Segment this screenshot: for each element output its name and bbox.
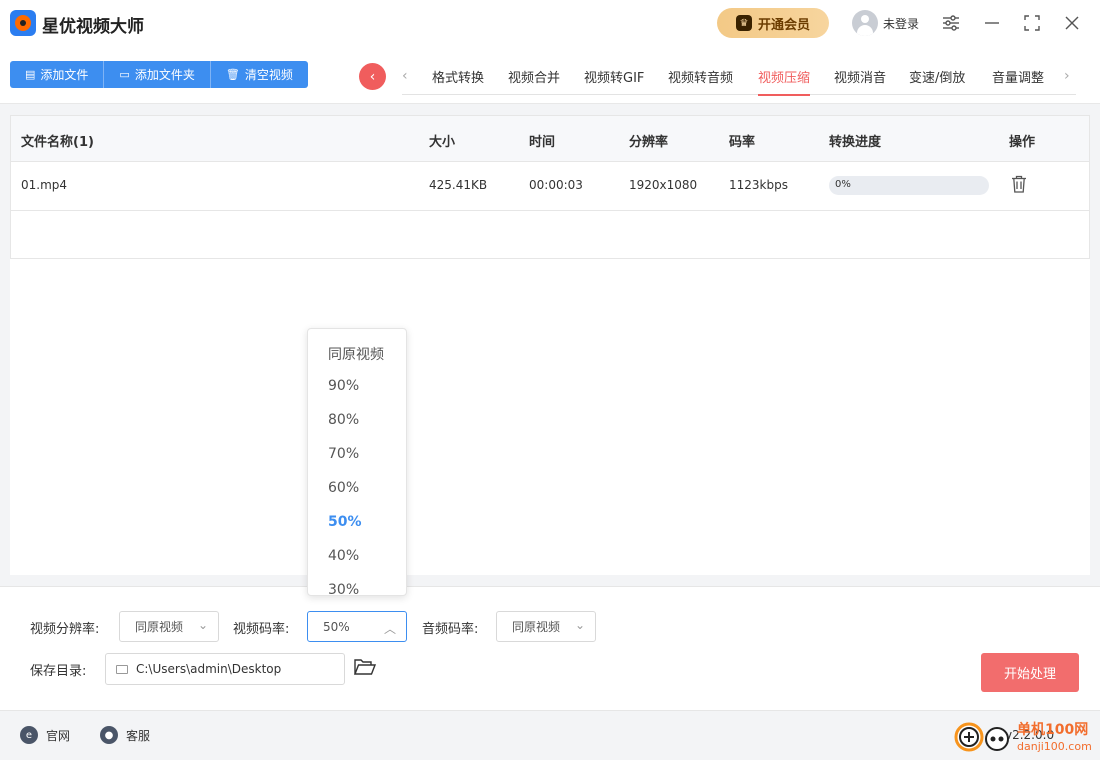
cell-size: 425.41KB xyxy=(429,178,488,192)
audio-bitrate-label: 音频码率: xyxy=(422,622,479,637)
chevron-down-icon: ⌄ xyxy=(197,618,208,632)
footer: e 官网 ● 客服 v2.2.0.0 xyxy=(0,712,1100,760)
dropdown-option[interactable]: 70% xyxy=(328,446,359,462)
dropdown-option[interactable]: 80% xyxy=(328,412,359,428)
file-icon: ▤ xyxy=(25,68,36,81)
website-label: 官网 xyxy=(46,728,71,743)
tabs-prev-icon[interactable]: ‹ xyxy=(402,68,408,84)
tab-volume-adjust[interactable]: 音量调整 xyxy=(992,67,1044,86)
dropdown-option[interactable]: 40% xyxy=(328,548,359,564)
collapse-left-button[interactable]: ‹ xyxy=(359,63,386,90)
add-folder-button[interactable]: ▭ 添加文件夹 xyxy=(104,61,211,88)
close-icon[interactable] xyxy=(1061,12,1083,34)
tab-video-mute[interactable]: 视频消音 xyxy=(834,67,886,86)
tab-format-convert[interactable]: 格式转换 xyxy=(432,67,484,86)
table-empty-row xyxy=(10,211,1090,259)
tab-speed-reverse[interactable]: 变速/倒放 xyxy=(909,67,965,86)
tab-video-to-gif[interactable]: 视频转GIF xyxy=(584,67,644,86)
open-folder-icon[interactable] xyxy=(353,658,377,676)
watermark-text: 单机100网 xyxy=(1017,722,1089,738)
resolution-label: 视频分辨率: xyxy=(30,622,100,637)
settings-sliders-icon[interactable] xyxy=(940,12,962,34)
folder-icon xyxy=(116,664,128,674)
cell-file-name: 01.mp4 xyxy=(21,178,68,192)
audio-bitrate-select[interactable]: 同原视频 ⌄ xyxy=(496,611,596,642)
bitrate-dropdown: 同原视频 90% 80% 70% 60% 50% 40% 30% xyxy=(307,328,407,596)
chevron-down-icon: ⌄ xyxy=(574,618,585,632)
cell-resolution: 1920x1080 xyxy=(629,178,698,192)
delete-icon[interactable] xyxy=(1011,175,1027,193)
customer-service-link[interactable]: ● 客服 xyxy=(100,726,150,744)
avatar[interactable] xyxy=(852,10,878,36)
website-link[interactable]: e 官网 xyxy=(20,726,70,744)
cell-bitrate: 1123kbps xyxy=(729,178,788,192)
service-label: 客服 xyxy=(126,728,151,743)
header-size: 大小 xyxy=(429,135,456,150)
bitrate-label: 视频码率: xyxy=(233,622,290,637)
bitrate-value: 50% xyxy=(323,619,350,634)
add-file-label: 添加文件 xyxy=(40,68,89,82)
save-path-value: C:\Users\admin\Desktop xyxy=(136,662,282,676)
table-row[interactable]: 01.mp4 425.41KB 00:00:03 1920x1080 1123k… xyxy=(10,162,1090,211)
trash-icon: 🗑 xyxy=(225,68,240,81)
tabs-next-icon[interactable]: › xyxy=(1064,68,1070,84)
clear-videos-label: 清空视频 xyxy=(244,68,293,82)
file-table: 文件名称(1) 大小 时间 分辨率 码率 转换进度 操作 01.mp4 425.… xyxy=(10,115,1090,575)
login-status[interactable]: 未登录 xyxy=(883,15,919,32)
toolbar: ▤ 添加文件 ▭ 添加文件夹 🗑 清空视频 ‹ ‹ 格式转换 视频合并 视频转G… xyxy=(0,50,1100,104)
maximize-icon[interactable] xyxy=(1021,12,1043,34)
dropdown-option[interactable]: 30% xyxy=(328,582,359,595)
progress-bar: 0% xyxy=(829,176,989,195)
bitrate-select[interactable]: 50% ︿ xyxy=(307,611,407,642)
save-path-input[interactable]: C:\Users\admin\Desktop xyxy=(105,653,345,685)
title-bar: 星优视频大师 ♛ 开通会员 未登录 xyxy=(0,0,1100,50)
dropdown-option-selected[interactable]: 50% xyxy=(328,514,362,530)
watermark-logo: 单机100网 danji100.com xyxy=(953,715,1100,760)
table-header: 文件名称(1) 大小 时间 分辨率 码率 转换进度 操作 xyxy=(10,115,1090,162)
crown-icon: ♛ xyxy=(735,15,752,31)
header-actions: 操作 xyxy=(1009,135,1036,150)
watermark-url: danji100.com xyxy=(1017,740,1092,753)
dropdown-option[interactable]: 90% xyxy=(328,378,359,394)
dropdown-option[interactable]: 60% xyxy=(328,480,359,496)
app-title: 星优视频大师 xyxy=(42,17,144,37)
vip-label: 开通会员 xyxy=(757,17,810,33)
folder-icon: ▭ xyxy=(119,68,130,81)
tab-video-merge[interactable]: 视频合并 xyxy=(508,67,560,86)
start-process-button[interactable]: 开始处理 xyxy=(981,653,1079,692)
toolbar-button-group: ▤ 添加文件 ▭ 添加文件夹 🗑 清空视频 xyxy=(10,61,308,88)
cell-time: 00:00:03 xyxy=(529,178,583,192)
browser-icon: e xyxy=(20,726,38,744)
add-file-button[interactable]: ▤ 添加文件 xyxy=(10,61,105,88)
settings-panel: 视频分辨率: 同原视频 ⌄ 视频码率: 50% ︿ 音频码率: 同原视频 ⌄ 保… xyxy=(0,586,1100,711)
vip-button[interactable]: ♛ 开通会员 xyxy=(717,8,829,38)
minimize-icon[interactable] xyxy=(981,12,1003,34)
chevron-up-icon: ︿ xyxy=(383,622,396,636)
tab-video-compress[interactable]: 视频压缩 xyxy=(758,67,811,96)
progress-text: 0% xyxy=(835,179,851,190)
dropdown-option[interactable]: 同原视频 xyxy=(328,344,384,364)
app-logo-icon xyxy=(10,10,36,36)
header-progress: 转换进度 xyxy=(829,135,882,150)
header-resolution: 分辨率 xyxy=(629,135,669,150)
function-tabs: ‹ 格式转换 视频合并 视频转GIF 视频转音频 视频压缩 视频消音 变速/倒放… xyxy=(402,60,1076,96)
resolution-value: 同原视频 xyxy=(135,620,184,634)
clear-videos-button[interactable]: 🗑 清空视频 xyxy=(210,61,308,88)
header-bitrate: 码率 xyxy=(729,135,756,150)
chat-icon: ● xyxy=(100,726,118,744)
save-dir-label: 保存目录: xyxy=(30,664,87,679)
audio-bitrate-value: 同原视频 xyxy=(512,620,561,634)
resolution-select[interactable]: 同原视频 ⌄ xyxy=(119,611,219,642)
header-time: 时间 xyxy=(529,135,556,150)
tab-video-to-audio[interactable]: 视频转音频 xyxy=(668,67,733,86)
add-folder-label: 添加文件夹 xyxy=(134,68,195,82)
header-file-name: 文件名称(1) xyxy=(21,135,94,150)
